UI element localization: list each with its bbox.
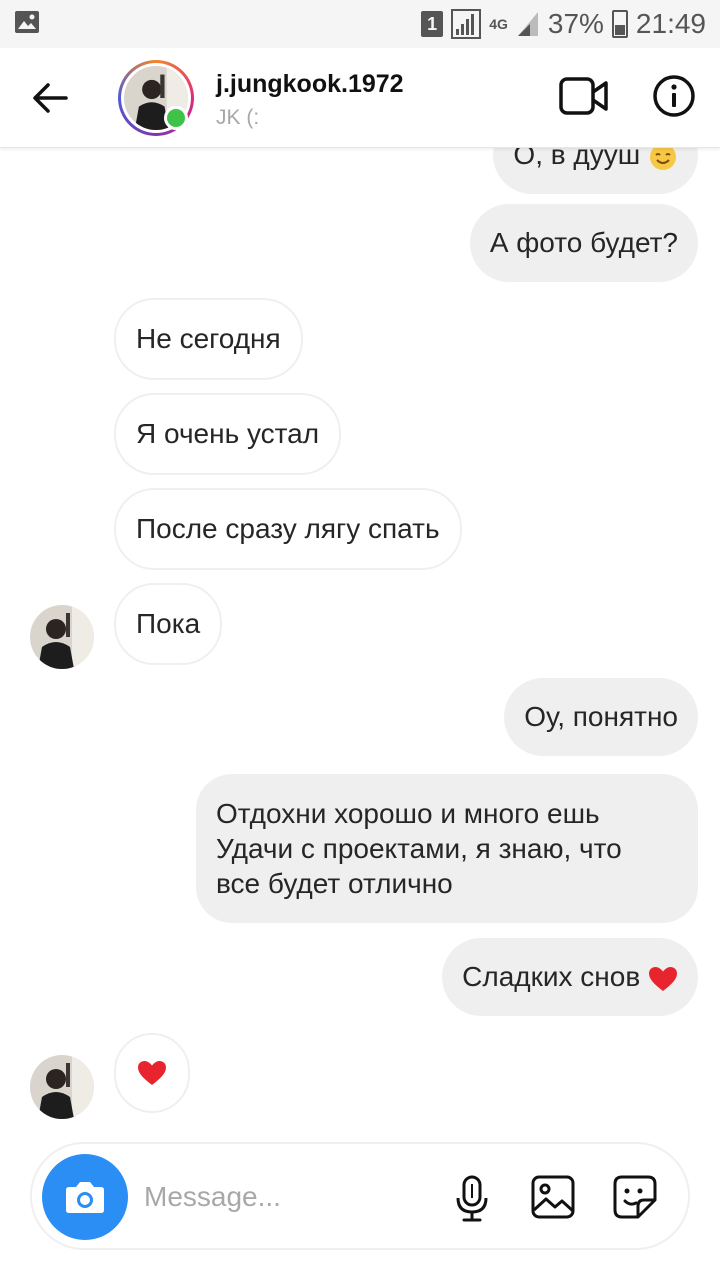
message-text: Я очень устал (136, 418, 320, 449)
red-heart-icon (138, 1061, 166, 1085)
battery-percent: 37% (547, 8, 604, 39)
camera-icon (66, 1182, 104, 1213)
message-bubble-incoming[interactable]: Не сегодня (114, 298, 303, 380)
battery-icon (611, 10, 628, 38)
message-text: Не сегодня (136, 323, 281, 354)
sticker-icon[interactable] (612, 1174, 658, 1220)
clock: 21:49 (635, 8, 706, 39)
signal-icon (451, 9, 482, 39)
message-bubble-incoming[interactable]: Я очень устал (114, 393, 342, 475)
sender-avatar[interactable] (30, 1055, 94, 1119)
message-bubble-outgoing[interactable]: А фото будет? (469, 204, 698, 282)
message-bubble-outgoing[interactable]: Отдохни хорошо и много ешь Удачи с проек… (196, 774, 698, 923)
network-type-icon: 4G (489, 16, 508, 32)
chat-subtitle: JK (: (216, 106, 260, 129)
chat-username[interactable]: j.jungkook.1972 (216, 70, 404, 99)
chat-header: j.jungkook.1972 JK (: (0, 48, 720, 148)
gallery-icon[interactable] (530, 1174, 576, 1220)
message-bubble-outgoing[interactable]: Сладких снов (442, 938, 698, 1016)
status-bar: 1 4G 37% 21:49 (0, 0, 720, 48)
message-text: А фото будет? (489, 227, 678, 258)
sim-icon: 1 (421, 11, 444, 37)
message-text: Оу, понятно (524, 701, 678, 732)
online-status-dot (164, 106, 188, 130)
message-text: Пока (136, 608, 201, 639)
back-arrow-icon[interactable] (28, 76, 72, 120)
microphone-icon[interactable] (452, 1174, 492, 1224)
message-bubble-incoming[interactable]: После сразу лягу спать (114, 488, 462, 570)
red-heart-icon (649, 966, 677, 991)
message-line: Удачи с проектами, я знаю, что (216, 833, 622, 864)
message-bubble-incoming[interactable] (114, 1033, 190, 1113)
message-line: все будет отлично (216, 868, 453, 899)
camera-button[interactable] (42, 1154, 128, 1240)
message-composer (30, 1142, 690, 1250)
info-icon[interactable] (652, 74, 696, 118)
message-input[interactable] (144, 1174, 424, 1220)
cell-signal-icon (517, 12, 538, 36)
message-line: Отдохни хорошо и много ешь (216, 798, 600, 829)
message-text: Сладких снов (462, 961, 641, 992)
gallery-notification-icon (15, 11, 39, 33)
video-call-icon[interactable] (558, 76, 610, 116)
message-bubble-incoming[interactable]: Пока (114, 583, 223, 665)
sender-avatar[interactable] (30, 605, 94, 669)
message-bubble-outgoing[interactable]: Оу, понятно (504, 678, 698, 756)
message-text: После сразу лягу спать (136, 513, 440, 544)
